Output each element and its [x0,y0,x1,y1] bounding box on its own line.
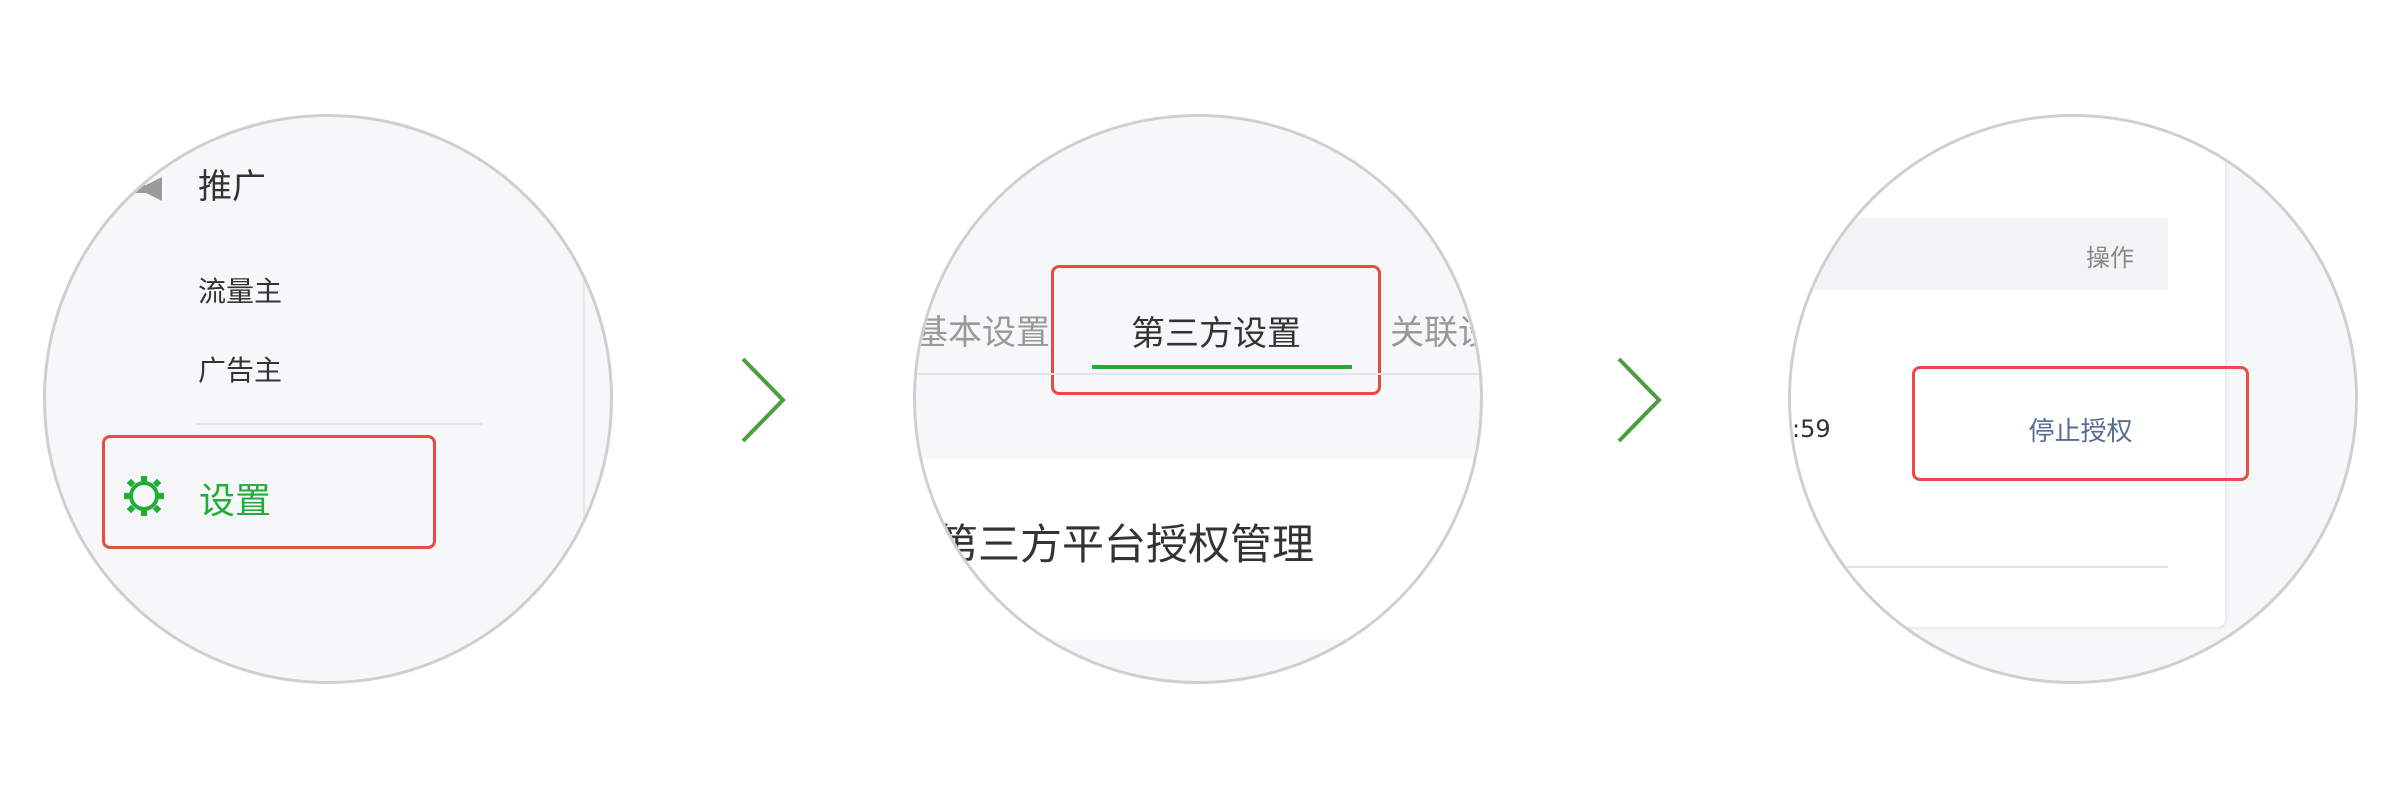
tab-linked-settings[interactable]: 关联设 [1390,305,1480,354]
card-title: 第三方平台授权管理 [936,520,1315,569]
stop-authorization-button[interactable]: 停止授权 [1912,366,2249,481]
content-card: 第三方平台授权管理 [916,459,1480,639]
table-header: 操作 [1791,218,2168,290]
nav-divider [196,423,482,425]
row-divider [1791,566,2168,568]
tab-third-party-settings[interactable]: 第三方设置 [1051,265,1381,395]
chevron-right-icon [1611,355,1671,445]
nav-item-traffic-owner[interactable]: 流量主 [198,270,282,310]
megaphone-icon [132,175,170,203]
stop-authorization-label: 停止授权 [2028,417,2133,447]
tab-third-party-label: 第三方设置 [1131,314,1301,354]
tab-basic-settings[interactable]: 基本设置 [916,305,1050,354]
active-tab-indicator [1092,365,1352,369]
nav-item-settings[interactable]: 设置 [102,435,436,549]
tab-divider [916,373,1480,375]
gear-icon [122,474,166,518]
zoom-panel-table: 操作 :59 停止授权 [1788,114,2358,684]
zoom-panel-sidebar: 推广 流量主 广告主 设置 [43,114,613,684]
settings-label: 设置 [199,481,272,522]
sidebar-border [583,117,585,681]
nav-item-advertiser[interactable]: 广告主 [198,349,282,389]
time-cell: :59 [1792,415,1831,443]
nav-section-title[interactable]: 推广 [198,159,266,208]
column-header-actions: 操作 [2086,244,2134,272]
zoom-panel-tabs: 基本设置 第三方设置 关联设 第三方平台授权管理 [913,114,1483,684]
chevron-right-icon [735,355,795,445]
